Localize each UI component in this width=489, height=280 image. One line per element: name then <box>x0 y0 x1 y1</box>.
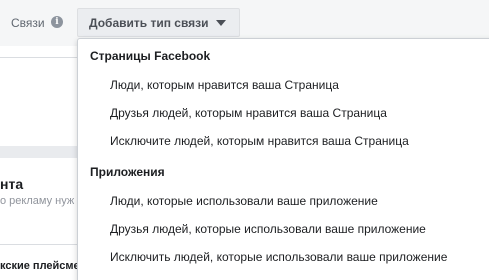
section-description: о рекламу нуж <box>0 195 75 207</box>
connections-label: Связи <box>11 16 45 30</box>
menu-item-app-users[interactable]: Люди, которые использовали ваше приложен… <box>78 188 489 214</box>
menu-item-friends-of-app-users[interactable]: Друзья людей, которые использовали ваше … <box>78 216 489 242</box>
placements-heading: кские плейсме <box>0 260 80 272</box>
connection-type-dropdown: Страницы Facebook Люди, которым нравится… <box>77 38 489 280</box>
menu-item-exclude-app-users[interactable]: Исключить людей, которые использовали ва… <box>78 244 489 270</box>
add-connection-type-label: Добавить тип связи <box>89 15 209 30</box>
menu-item-page-likers[interactable]: Люди, которым нравится ваша Страница <box>78 72 489 98</box>
add-connection-type-button[interactable]: Добавить тип связи <box>77 8 240 37</box>
menu-section-facebook-pages: Страницы Facebook <box>90 49 211 63</box>
section-heading: нта <box>0 176 24 192</box>
info-icon[interactable]: i <box>51 16 63 28</box>
caret-down-icon <box>215 19 226 26</box>
menu-item-friends-of-page-likers[interactable]: Друзья людей, которым нравится ваша Стра… <box>78 100 489 126</box>
menu-item-exclude-page-likers[interactable]: Исключите людей, которым нравится ваша С… <box>78 128 489 154</box>
menu-section-apps: Приложения <box>90 165 165 179</box>
